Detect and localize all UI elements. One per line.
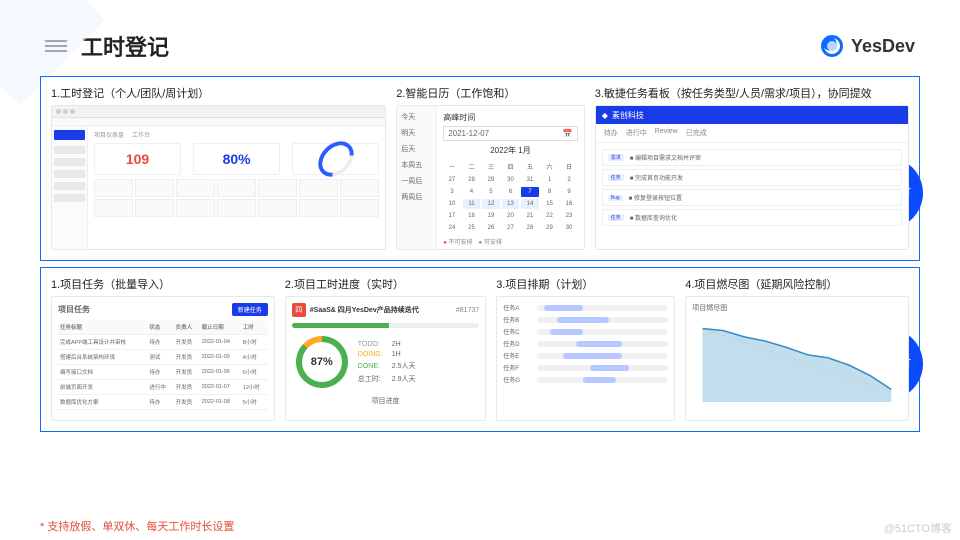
brand: YesDev	[821, 35, 915, 57]
caption: 2.项目工时进度（实时）	[285, 276, 486, 292]
footer-note: * 支持放假、单双休、每天工作时长设置	[40, 518, 234, 534]
caption: 4.项目燃尽图（延期风险控制）	[685, 276, 909, 292]
header: 工时登记 YesDev	[0, 0, 960, 70]
preview-schedule: 任务A 任务B 任务C 任务D 任务E 任务F 任务G	[496, 296, 675, 421]
zone-people-hours: 人员工时 1.工时登记（个人/团队/周计划） 项目仪表盘工作台 109 80%	[40, 76, 920, 261]
new-task-button[interactable]: 新建任务	[232, 303, 268, 316]
date-input[interactable]: 2021-12-07📅	[443, 126, 578, 141]
preview-progress: 四 #SaaS& 四月YesDev产品持续迭代 #81737 87% TODO:…	[285, 296, 486, 421]
caption: 3.项目排期（计划）	[496, 276, 675, 292]
caption: 1.工时登记（个人/团队/周计划）	[51, 85, 386, 101]
caption: 2.智能日历（工作饱和）	[396, 85, 585, 101]
preview-task-table: 项目任务新建任务 任务标题状态负责人截止日期工时 完成APP端工具设计并审核待办…	[51, 296, 275, 421]
preview-dashboard: 项目仪表盘工作台 109 80%	[51, 105, 386, 250]
watermark: @51CTO博客	[884, 520, 952, 536]
caption: 1.项目任务（批量导入）	[51, 276, 275, 292]
calendar-icon: 📅	[563, 129, 573, 138]
zone-project-hours: 项目工时 1.项目任务（批量导入） 项目任务新建任务 任务标题状态负责人截止日期…	[40, 267, 920, 432]
gauge-icon	[311, 134, 360, 183]
preview-burndown: 项目燃尽图	[685, 296, 909, 421]
preview-kanban: ◆素创科技 待办进行中Review已完成 需求■ 编辑项目需求文档并评审 任务■…	[595, 105, 909, 250]
caption: 3.敏捷任务看板（按任务类型/人员/需求/项目），协同提效	[595, 85, 909, 101]
logo-icon	[821, 35, 843, 57]
page-title: 工时登记	[81, 30, 169, 62]
project-icon: 四	[292, 303, 306, 317]
progress-ring: 87%	[296, 336, 348, 388]
preview-calendar: 今天明天 后天本周五 一周后两周后 高峰时间 2021-12-07📅 2022年…	[396, 105, 585, 250]
